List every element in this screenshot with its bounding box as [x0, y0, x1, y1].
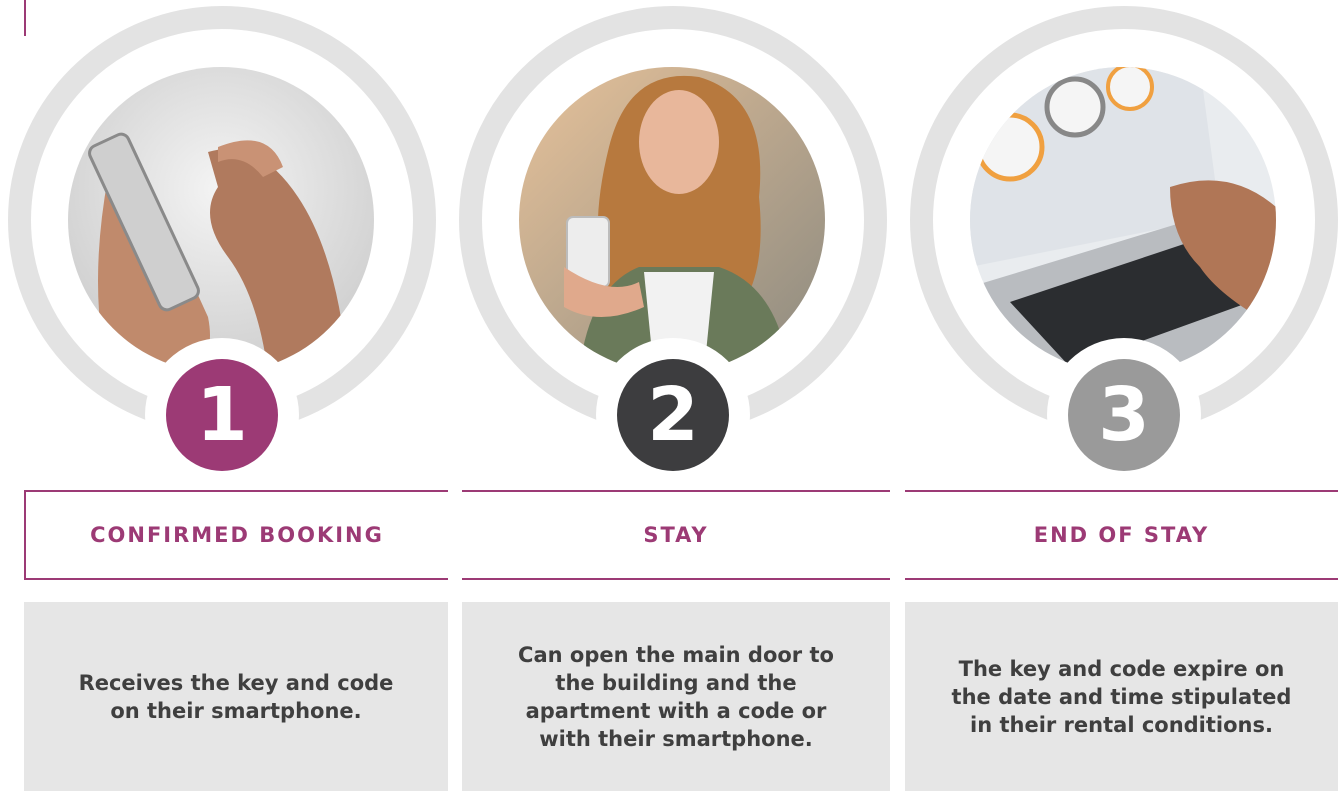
step-1-photo — [68, 67, 374, 373]
step-2-title: STAY — [462, 490, 890, 580]
step-2-description: Can open the main door to the building a… — [462, 602, 890, 791]
step-1-description: Receives the key and code on their smart… — [24, 602, 448, 791]
step-1-title: CONFIRMED BOOKING — [24, 490, 448, 580]
accent-line — [24, 0, 26, 36]
step-3-description: The key and code expire on the date and … — [905, 602, 1338, 791]
step-2-number-badge: 2 — [617, 359, 729, 471]
step-3-title: END OF STAY — [905, 490, 1338, 580]
step-2-photo — [519, 67, 825, 373]
step-3-photo — [970, 67, 1276, 373]
step-1-number-badge: 1 — [166, 359, 278, 471]
steps-infographic: 1 CONFIRMED BOOKING Receives the key and… — [0, 0, 1338, 791]
step-3-number-badge: 3 — [1068, 359, 1180, 471]
